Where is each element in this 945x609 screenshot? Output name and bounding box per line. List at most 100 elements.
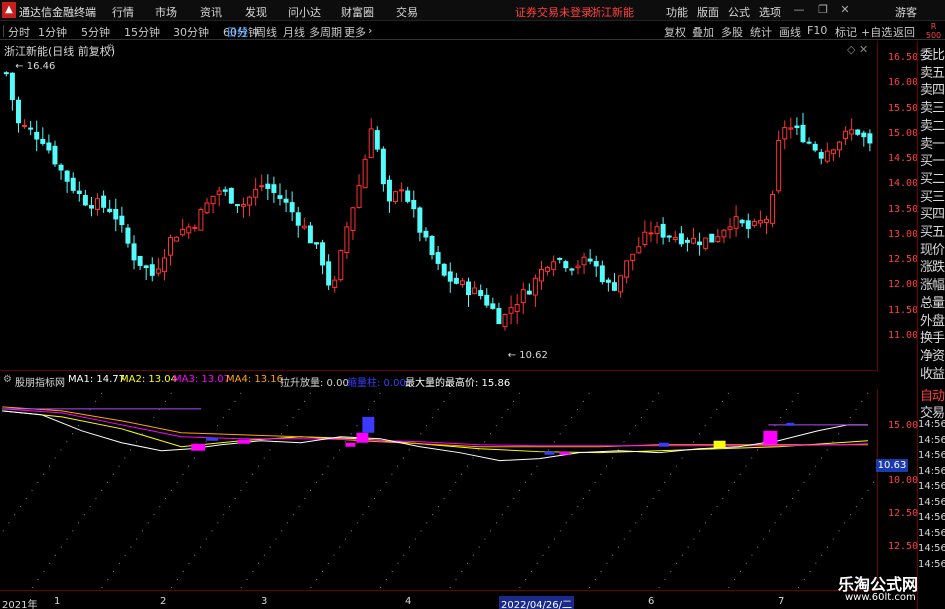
candle-body — [569, 268, 575, 271]
candle-body — [611, 282, 617, 291]
f10-button[interactable]: F10 — [807, 24, 827, 37]
menu-discover[interactable]: 发现 — [245, 4, 267, 20]
candle-body — [776, 139, 782, 192]
candle-body — [344, 226, 350, 253]
title-bar: ▲ 通达信金融终端 行情 市场 资讯 发现 问小达 财富圈 交易 证券交易未登录… — [0, 0, 945, 21]
candle-body — [490, 303, 496, 309]
period-more[interactable]: 更多 — [344, 24, 366, 40]
quote-field-label: 收益 — [920, 366, 945, 382]
candle-body — [326, 261, 332, 286]
candle-body — [247, 196, 253, 206]
overlay-button[interactable]: 叠加 — [692, 24, 714, 40]
candlestick-chart[interactable]: ← 16.46 ← 10.62 — [0, 41, 877, 371]
watermark-url: www.60lt.com — [845, 592, 916, 603]
menu-layout[interactable]: 版面 — [697, 4, 719, 20]
candle-body — [593, 261, 599, 267]
diagonal-guide — [449, 389, 593, 589]
period-tick[interactable]: 分时 — [8, 24, 30, 40]
period-daily[interactable]: 日线 — [226, 24, 248, 40]
period-30min[interactable]: 30分钟 — [173, 24, 209, 40]
time-tick: 14:56 — [918, 496, 945, 508]
candle-body — [101, 195, 107, 208]
region-badge[interactable]: R 500 — [922, 22, 945, 40]
multi-stock-button[interactable]: 多股 — [721, 24, 743, 40]
price-tick: 14.50 — [888, 153, 919, 164]
period-5min[interactable]: 5分钟 — [81, 24, 110, 40]
candle-body — [307, 225, 313, 244]
period-weekly[interactable]: 周线 — [255, 24, 277, 40]
candle-body — [95, 198, 101, 210]
draw-button[interactable]: 画线 — [779, 24, 801, 40]
candle-body — [453, 277, 459, 284]
indicator-name[interactable]: 股朋指标网 — [15, 374, 65, 389]
menu-ask[interactable]: 问小达 — [288, 4, 321, 20]
chevron-right-icon[interactable]: › — [368, 24, 372, 37]
back-button[interactable]: 返回 — [893, 24, 915, 40]
login-status[interactable]: 证券交易未登录 — [515, 4, 592, 20]
menu-wealth[interactable]: 财富圈 — [341, 4, 374, 20]
candle-body — [216, 190, 222, 195]
mark-button[interactable]: 标记 — [835, 24, 857, 40]
time-tick: 14:56 — [918, 543, 945, 554]
candle-body — [386, 179, 392, 202]
volume-bar — [713, 440, 726, 448]
quote-field-label: 卖二 — [920, 118, 945, 134]
candle-body — [587, 258, 593, 262]
diagonal-guide — [728, 389, 872, 589]
candle-body — [709, 233, 715, 243]
period-1min[interactable]: 1分钟 — [38, 24, 67, 40]
adjust-button[interactable]: 复权 — [664, 24, 686, 40]
candle-body — [764, 219, 769, 223]
candle-body — [855, 129, 861, 135]
period-monthly[interactable]: 月线 — [283, 24, 305, 40]
candle-body — [666, 235, 672, 238]
menu-trade[interactable]: 交易 — [396, 4, 418, 20]
indicator-chart[interactable] — [0, 389, 877, 591]
candle-body — [672, 236, 678, 240]
stock-tag[interactable]: 浙江新能 — [590, 4, 634, 20]
menu-formula[interactable]: 公式 — [728, 4, 750, 20]
minimize-icon[interactable]: — — [792, 3, 806, 17]
app-title: 通达信金融终端 — [19, 6, 96, 19]
menu-options[interactable]: 选项 — [759, 4, 781, 20]
close-icon[interactable]: ✕ — [838, 3, 852, 17]
candle-body — [630, 253, 636, 261]
candle-body — [788, 127, 794, 130]
volume-bar — [763, 430, 778, 445]
period-multi[interactable]: 多周期 — [309, 24, 342, 40]
chart-tools-icon[interactable]: ◇ ✕ — [847, 43, 868, 56]
indicator-settings-icon[interactable]: ⚙ — [3, 374, 12, 385]
restore-icon[interactable]: ❐ — [816, 3, 830, 17]
candle-body — [447, 271, 453, 282]
candle-body — [58, 164, 64, 171]
candle-body — [174, 236, 180, 242]
candle-body — [9, 72, 15, 101]
candle-body — [271, 184, 277, 193]
menu-function[interactable]: 功能 — [666, 4, 688, 20]
candle-body — [295, 212, 301, 226]
candle-body — [861, 132, 867, 138]
volume-bar — [658, 442, 669, 447]
candle-body — [703, 237, 709, 249]
quote-field-label: 卖五 — [920, 65, 945, 81]
add-favorite-button[interactable]: +自选 — [861, 24, 892, 40]
menu-quotes[interactable]: 行情 — [112, 4, 134, 20]
ma1-value: MA1: 14.77 — [68, 374, 126, 385]
diagonal-guide — [867, 574, 877, 589]
menu-news[interactable]: 资讯 — [200, 4, 222, 20]
stats-button[interactable]: 统计 — [750, 24, 772, 40]
candle-body — [3, 72, 9, 75]
candle-body — [168, 237, 174, 256]
menu-market[interactable]: 市场 — [155, 4, 177, 20]
candle-body — [374, 130, 380, 150]
candle-body — [733, 216, 739, 229]
candle-body — [313, 242, 319, 245]
period-15min[interactable]: 15分钟 — [124, 24, 160, 40]
settings-icon[interactable]: ⚙ — [106, 43, 115, 54]
ma3-line — [2, 408, 868, 447]
candle-body — [356, 185, 362, 208]
candle-body — [368, 128, 374, 159]
candle-body — [228, 187, 234, 204]
candle-body — [149, 264, 155, 276]
guest-login[interactable]: 游客 — [895, 4, 917, 20]
